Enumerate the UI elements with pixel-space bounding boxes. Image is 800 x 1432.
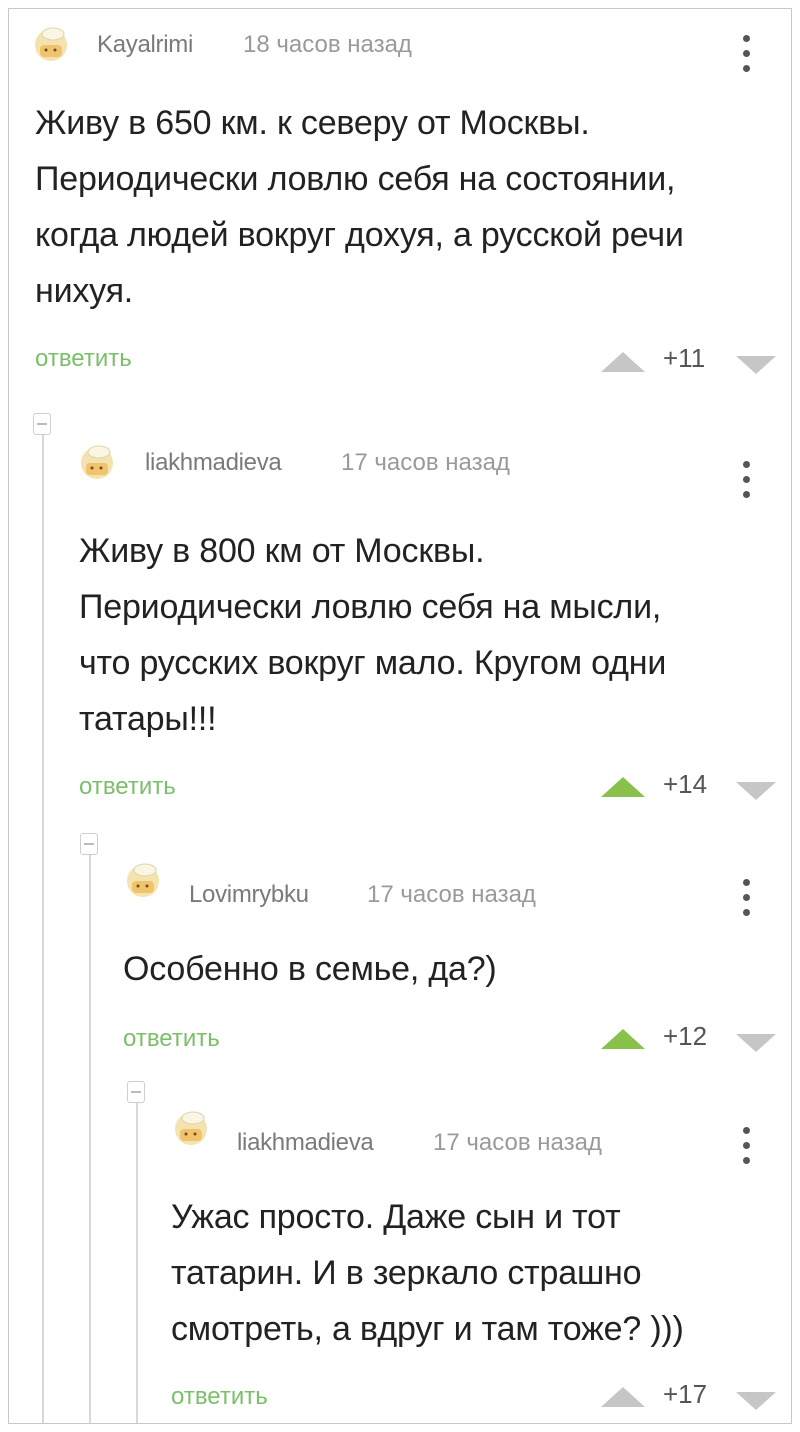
rating-score: +11 xyxy=(663,343,706,373)
author-name[interactable]: Lovimrybku xyxy=(189,881,309,909)
timestamp: 17 часов назад xyxy=(433,1129,602,1156)
author-name[interactable]: liakhmadieva xyxy=(145,449,282,477)
chef-avatar-icon[interactable] xyxy=(123,859,163,899)
comment: liakhmadieva 17 часов назад Ужас просто.… xyxy=(9,1093,791,1423)
comment: Lovimrybku 17 часов назад Особенно в сем… xyxy=(9,845,791,1075)
kebab-menu-icon[interactable] xyxy=(743,35,751,73)
kebab-menu-icon[interactable] xyxy=(743,461,751,499)
timestamp: 18 часов назад xyxy=(243,31,412,58)
timestamp: 17 часов назад xyxy=(367,881,536,908)
comment: liakhmadieva 17 часов назад Живу в 800 к… xyxy=(9,427,791,827)
chef-avatar-icon[interactable] xyxy=(171,1107,211,1147)
upvote-arrow-icon[interactable] xyxy=(601,777,645,797)
downvote-arrow-icon[interactable] xyxy=(736,1034,776,1052)
chef-avatar-icon[interactable] xyxy=(77,441,117,481)
comment-text: Ужас просто. Даже сын и тот татарин. И в… xyxy=(171,1198,684,1348)
author-name[interactable]: Kayalrimi xyxy=(97,31,193,59)
downvote-arrow-icon[interactable] xyxy=(736,782,776,800)
rating-score: +17 xyxy=(663,1379,708,1409)
downvote-arrow-icon[interactable] xyxy=(736,1392,776,1410)
upvote-arrow-icon[interactable] xyxy=(601,1387,645,1407)
kebab-menu-icon[interactable] xyxy=(743,879,751,917)
reply-link[interactable]: ответить xyxy=(123,1025,220,1053)
reply-link[interactable]: ответить xyxy=(171,1383,268,1411)
downvote-arrow-icon[interactable] xyxy=(736,356,776,374)
comment-text: Особенно в семье, да?) xyxy=(123,950,497,988)
rating-score: +12 xyxy=(663,1021,708,1051)
comment: Kayalrimi 18 часов назад Живу в 650 км. … xyxy=(9,9,791,409)
kebab-menu-icon[interactable] xyxy=(743,1127,751,1165)
reply-link[interactable]: ответить xyxy=(35,345,132,373)
upvote-arrow-icon[interactable] xyxy=(601,352,645,372)
reply-link[interactable]: ответить xyxy=(79,773,176,801)
comment-text: Живу в 800 км от Москвы. Периодически ло… xyxy=(79,532,667,738)
chef-avatar-icon[interactable] xyxy=(31,23,71,63)
rating-score: +14 xyxy=(663,769,708,799)
author-name[interactable]: liakhmadieva xyxy=(237,1129,374,1157)
timestamp: 17 часов назад xyxy=(341,449,510,476)
comment-text: Живу в 650 км. к северу от Москвы. Перио… xyxy=(35,104,684,310)
upvote-arrow-icon[interactable] xyxy=(601,1029,645,1049)
comments-thread: Kayalrimi 18 часов назад Живу в 650 км. … xyxy=(8,8,792,1424)
